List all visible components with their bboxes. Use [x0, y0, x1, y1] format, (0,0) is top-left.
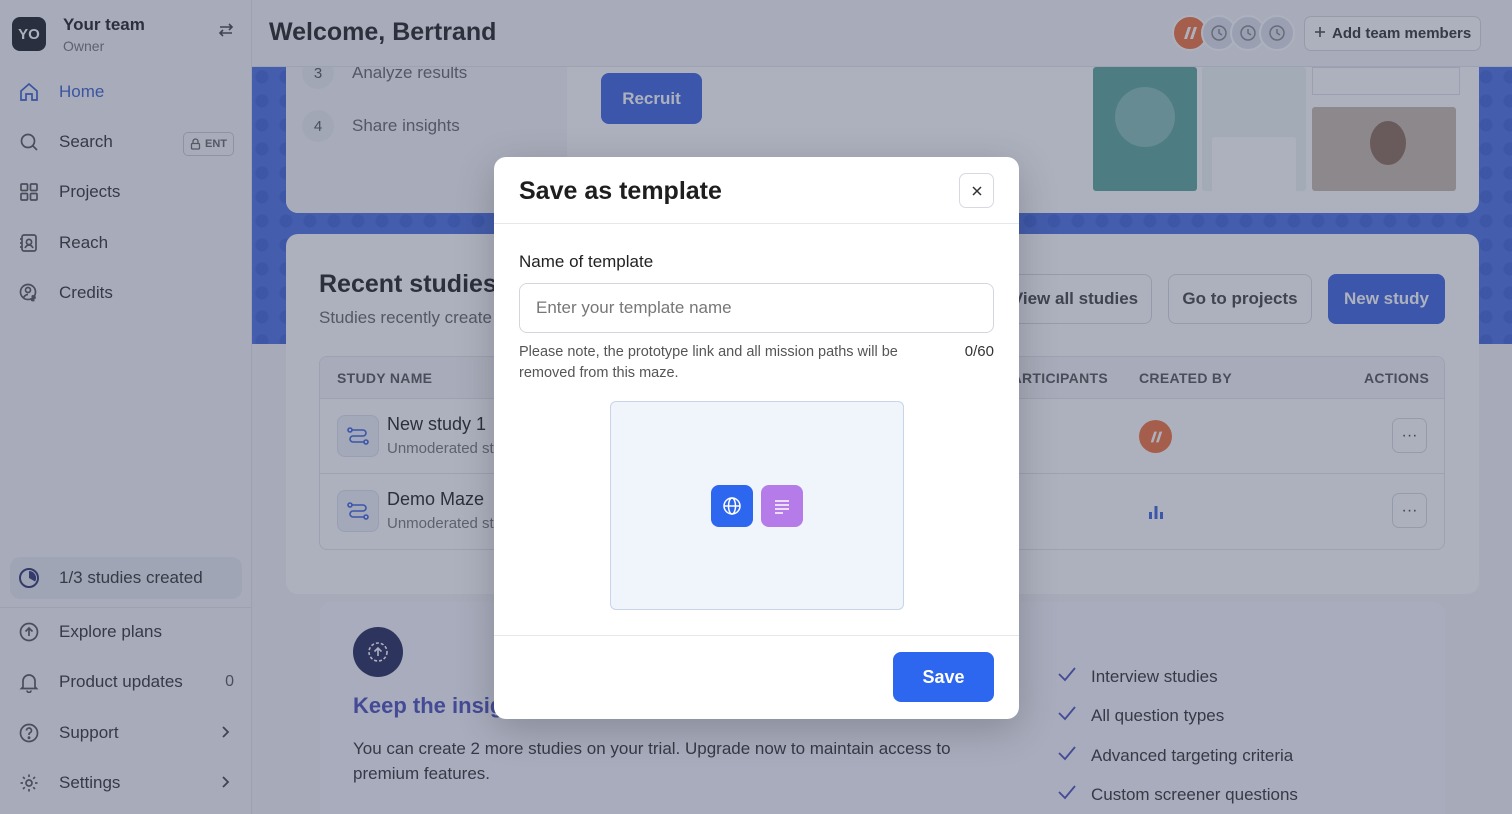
template-note: Please note, the prototype link and all … [519, 344, 898, 381]
dialog-title: Save as template [519, 177, 722, 205]
template-name-input[interactable] [519, 283, 994, 333]
dialog-divider [494, 635, 1019, 636]
template-preview [610, 401, 904, 610]
save-template-dialog: Save as template Name of template Please… [494, 157, 1019, 719]
globe-icon [711, 485, 753, 527]
close-button[interactable] [959, 173, 994, 208]
template-name-label: Name of template [519, 252, 654, 271]
dialog-divider [494, 223, 1019, 224]
text-block-icon [761, 485, 803, 527]
character-counter: 0/60 [964, 343, 994, 360]
save-button[interactable]: Save [893, 652, 994, 702]
close-icon [971, 185, 982, 196]
